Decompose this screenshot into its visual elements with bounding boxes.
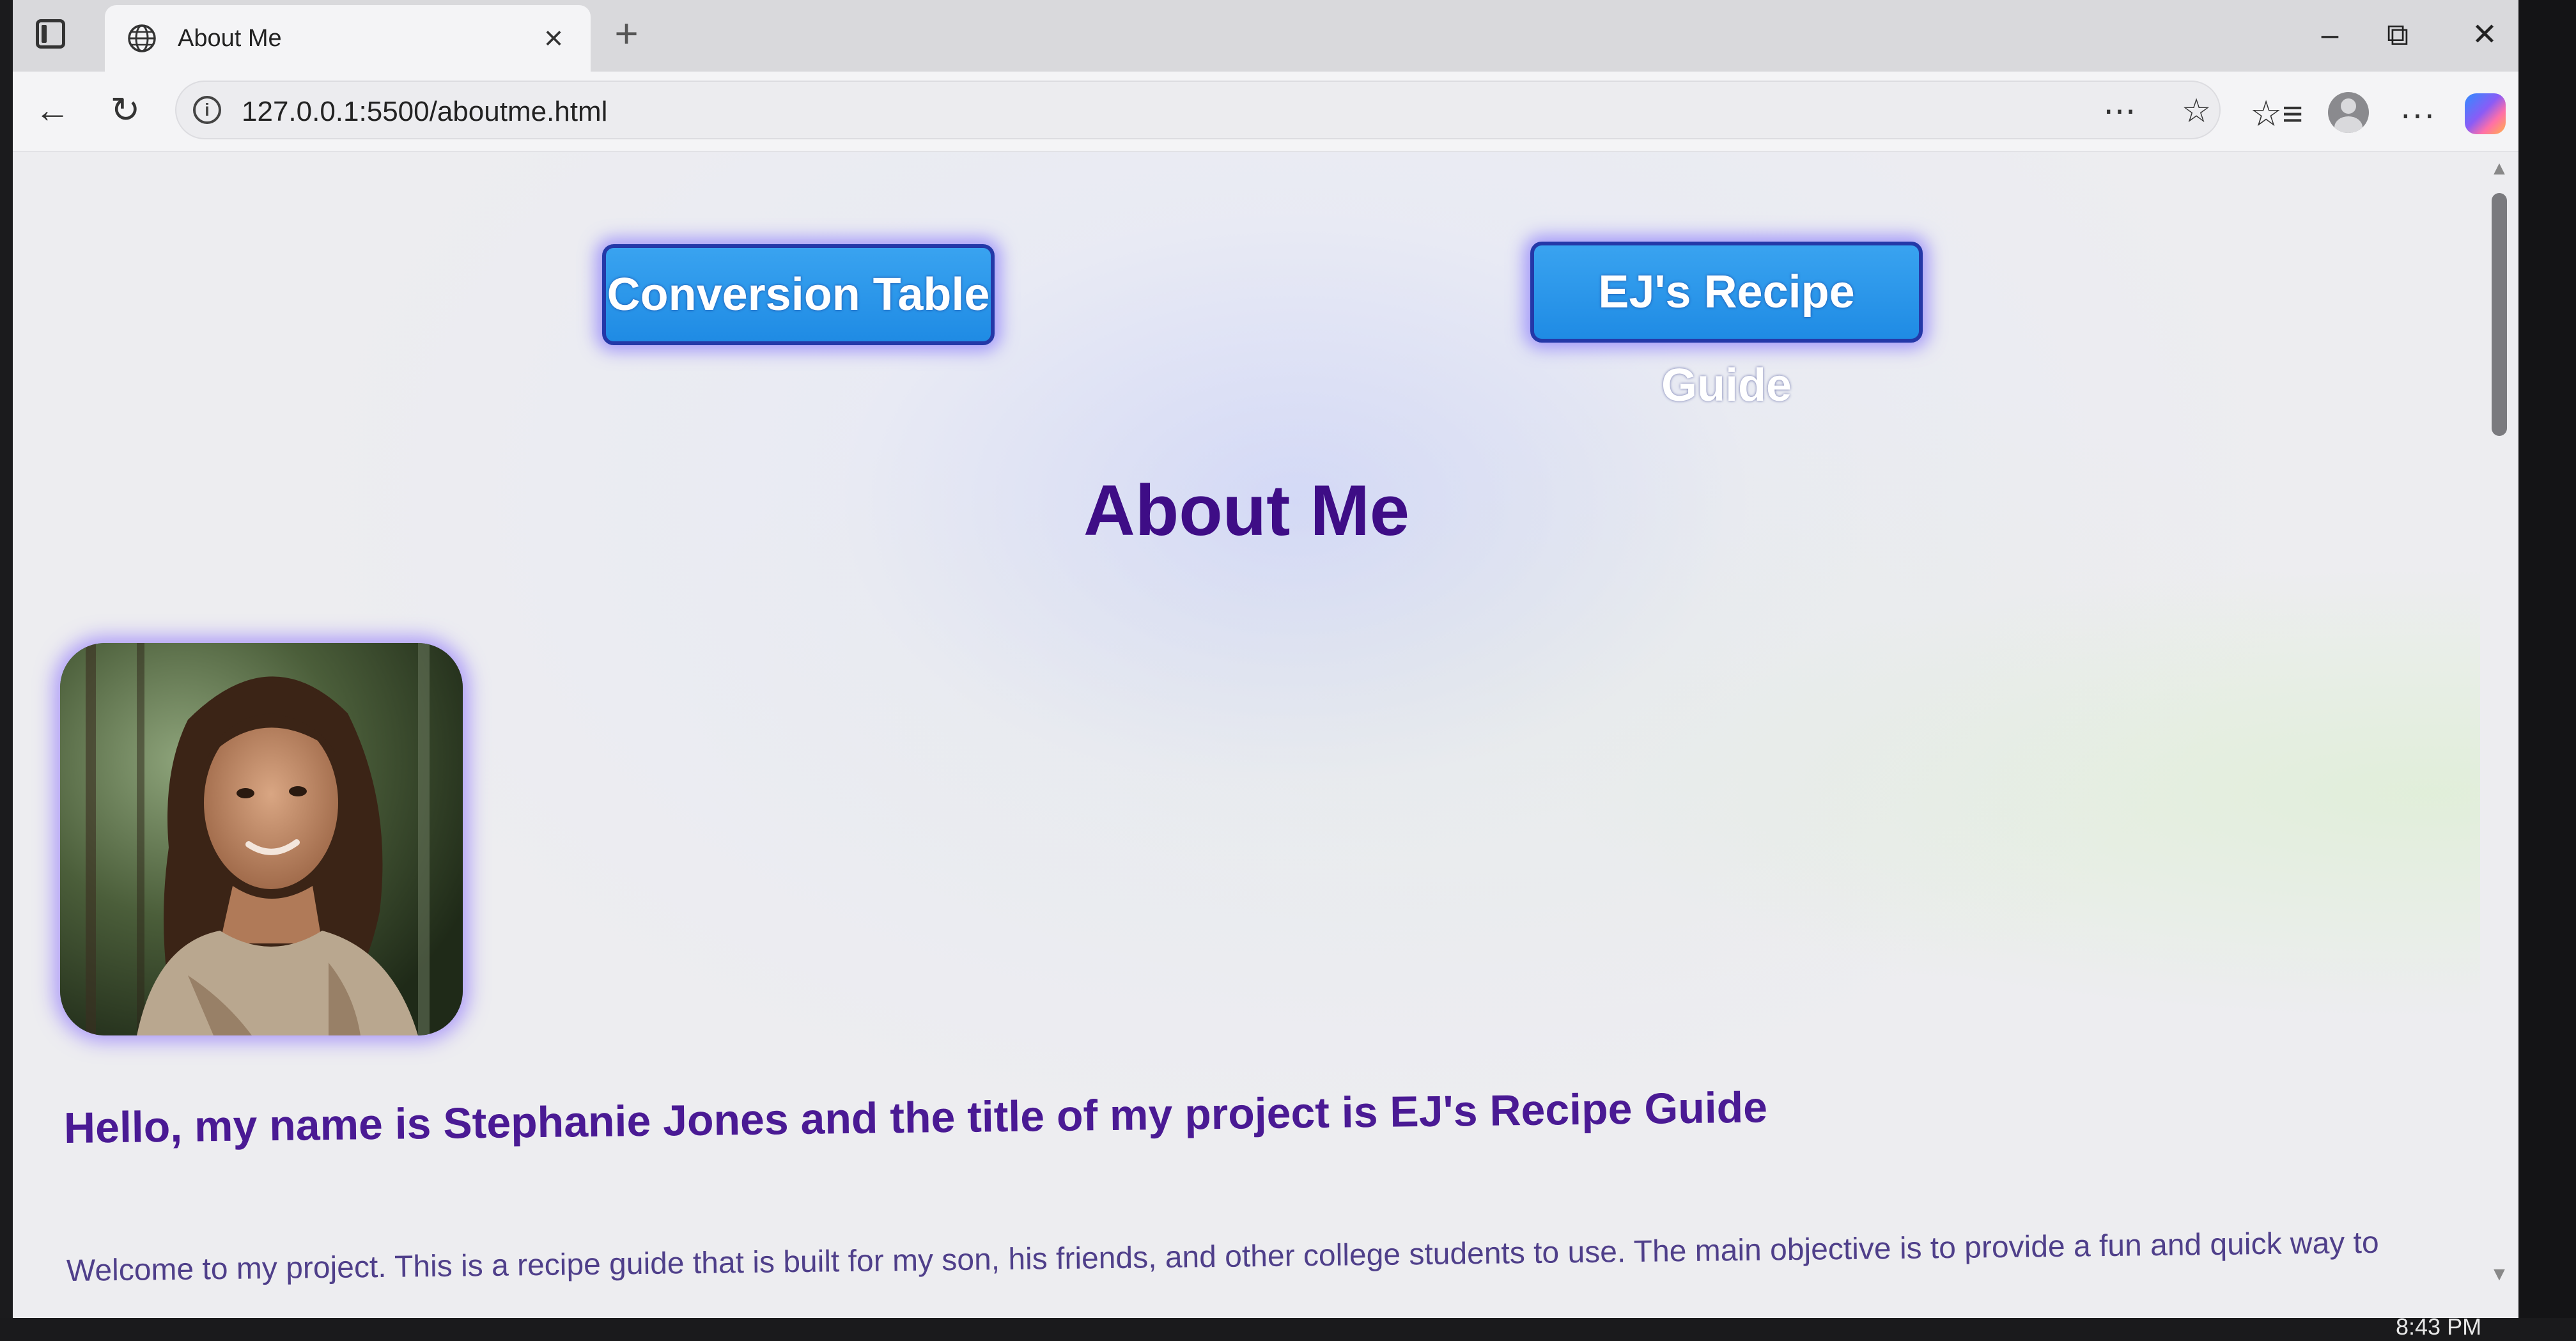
intro-paragraph: Welcome to my project. This is a recipe … xyxy=(66,1225,2379,1288)
read-aloud-icon[interactable]: ⋯ xyxy=(2099,91,2140,132)
minimize-icon[interactable]: – xyxy=(2308,13,2352,58)
scroll-thumb[interactable] xyxy=(2492,193,2507,436)
taskbar xyxy=(0,1318,2576,1340)
page-scrollbar[interactable]: ▲ ▼ xyxy=(2480,152,2518,1318)
globe-icon xyxy=(128,24,156,52)
close-window-icon[interactable]: ✕ xyxy=(2462,13,2507,58)
page-title: About Me xyxy=(1083,470,1410,550)
profile-avatar-icon[interactable] xyxy=(2328,92,2369,133)
recipe-guide-button[interactable]: EJ's Recipe Guide xyxy=(1530,242,1923,411)
taskbar-clock[interactable]: 8:43 PM xyxy=(2396,1313,2481,1341)
new-tab-icon[interactable]: + xyxy=(607,13,646,54)
portrait-image xyxy=(60,643,463,1035)
browser-window: About Me × + – ⧉ ✕ ← ↻ i 127.0.0.1:5500/… xyxy=(13,0,2518,1318)
favorite-star-icon[interactable]: ☆ xyxy=(2176,91,2217,132)
tab-about-me[interactable]: About Me × xyxy=(105,5,591,72)
intro-heading: Hello, my name is Stephanie Jones and th… xyxy=(63,1083,1768,1152)
navigation-bar: ← ↻ i 127.0.0.1:5500/aboutme.html ⋯ ☆ xyxy=(13,72,2518,152)
tab-title: About Me xyxy=(178,25,282,52)
site-info-icon[interactable]: i xyxy=(193,96,221,124)
conversion-table-button[interactable]: Conversion Table xyxy=(602,244,995,345)
more-menu-icon[interactable]: ··· xyxy=(2394,91,2440,137)
close-tab-icon[interactable]: × xyxy=(536,20,571,56)
tab-strip: About Me × + – ⧉ ✕ xyxy=(13,0,2518,72)
page-content: Conversion Table EJ's Recipe Guide About… xyxy=(13,152,2480,1318)
sidebar-toggle-icon[interactable] xyxy=(36,19,65,49)
back-arrow-icon[interactable]: ← xyxy=(29,87,75,133)
address-bar[interactable]: i 127.0.0.1:5500/aboutme.html ⋯ ☆ xyxy=(175,81,2221,139)
screen-bezel xyxy=(2518,0,2576,1340)
url-text[interactable]: 127.0.0.1:5500/aboutme.html xyxy=(242,96,607,128)
profile-photo xyxy=(60,643,463,1035)
restore-icon[interactable]: ⧉ xyxy=(2375,13,2420,58)
scroll-down-icon[interactable]: ▼ xyxy=(2489,1264,2510,1285)
reload-icon[interactable]: ↻ xyxy=(102,87,148,133)
copilot-icon[interactable] xyxy=(2465,93,2506,134)
scroll-up-icon[interactable]: ▲ xyxy=(2489,159,2510,179)
favorites-icon[interactable]: ☆≡ xyxy=(2250,91,2303,137)
